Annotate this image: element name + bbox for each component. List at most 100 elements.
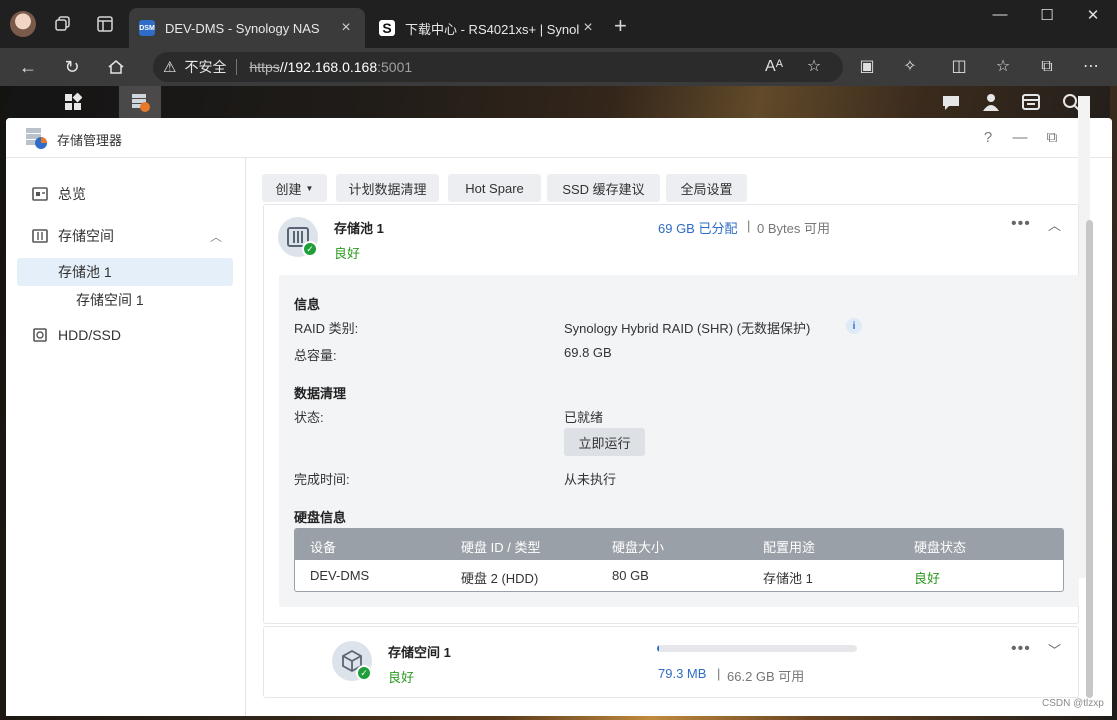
sidebar-item-storage-pool-1[interactable]: 存储池 1 bbox=[17, 258, 233, 286]
hot-spare-button[interactable]: Hot Spare bbox=[448, 174, 541, 202]
minimize-window-icon[interactable]: — bbox=[980, 6, 1020, 28]
window-title-bar: 存储管理器 ? — ⧉ ✕ bbox=[6, 118, 1112, 158]
main-menu-icon[interactable] bbox=[52, 86, 94, 118]
collections-icon[interactable]: ⧉ bbox=[1035, 56, 1059, 78]
tab-dsm[interactable]: DSM DEV-DMS - Synology NAS × bbox=[129, 8, 365, 48]
scrub-plan-button[interactable]: 计划数据清理 bbox=[336, 174, 439, 202]
profile-avatar[interactable] bbox=[10, 11, 36, 37]
chevron-up-icon[interactable]: ︿ bbox=[210, 228, 222, 245]
security-label[interactable]: 不安全 bbox=[184, 57, 226, 77]
reading-view-icon[interactable]: ▣ bbox=[855, 56, 879, 78]
sidebar-item-label: 存储空间 1 bbox=[76, 292, 144, 308]
notifications-icon[interactable] bbox=[930, 86, 972, 118]
sidebar-item-volume-1[interactable]: 存储空间 1 bbox=[18, 286, 234, 314]
tab-close-icon[interactable]: × bbox=[579, 19, 597, 37]
finish-time-label: 完成时间: bbox=[294, 472, 350, 487]
tab-title: 下载中心 - RS4021xs+ | Synology bbox=[405, 21, 579, 37]
scrub-status-value: 已就绪 bbox=[564, 410, 604, 425]
status-ok-icon: ✓ bbox=[356, 665, 372, 681]
table-row[interactable]: DEV-DMS 硬盘 2 (HDD) 80 GB 存储池 1 良好 bbox=[295, 560, 1063, 591]
synology-favicon-icon: S bbox=[379, 20, 395, 36]
scrub-heading: 数据清理 bbox=[294, 386, 347, 401]
new-tab-button[interactable]: + bbox=[614, 13, 627, 39]
dsm-favicon-icon: DSM bbox=[139, 20, 155, 36]
create-label: 创建 bbox=[275, 181, 302, 197]
sidebar-item-overview[interactable]: 总览 bbox=[18, 180, 234, 208]
table-cell-status: 良好 bbox=[914, 571, 941, 586]
tab-close-icon[interactable]: × bbox=[337, 19, 355, 37]
user-icon[interactable] bbox=[970, 86, 1012, 118]
create-dropdown-button[interactable]: 创建 ▼ bbox=[262, 174, 327, 202]
pool-status: 良好 bbox=[334, 246, 361, 261]
expand-chevron-icon[interactable]: ﹀ bbox=[1048, 640, 1061, 659]
column-header: 设备 bbox=[310, 540, 337, 555]
capacity-value: 69.8 GB bbox=[564, 345, 612, 360]
help-icon[interactable]: ? bbox=[978, 128, 998, 148]
run-now-button[interactable]: 立即运行 bbox=[564, 428, 645, 456]
disk-info-heading: 硬盘信息 bbox=[294, 510, 347, 525]
workspaces-icon[interactable] bbox=[52, 13, 74, 35]
scrollbar-thumb[interactable] bbox=[1086, 220, 1093, 698]
pool-more-icon[interactable]: ••• bbox=[1011, 215, 1031, 233]
storage-manager-app-icon bbox=[26, 128, 47, 149]
warning-icon[interactable]: ⚠ bbox=[163, 58, 176, 76]
volume-more-icon[interactable]: ••• bbox=[1011, 640, 1031, 658]
url-scheme: https bbox=[249, 59, 280, 75]
disk-info-table: 设备 硬盘 ID / 类型 硬盘大小 配置用途 硬盘状态 DEV-DMS 硬盘 … bbox=[294, 528, 1064, 592]
scrub-status-label: 状态: bbox=[294, 410, 324, 425]
browser-address-bar: ← ↻ ⚠ 不安全 https //192.168.0.168 :5001 Aᴬ… bbox=[0, 48, 1117, 86]
settings-more-icon[interactable]: ⋯ bbox=[1079, 56, 1103, 78]
tab-download-center[interactable]: S 下载中心 - RS4021xs+ | Synology × bbox=[369, 8, 607, 48]
table-cell: DEV-DMS bbox=[310, 568, 370, 583]
url-input[interactable]: ⚠ 不安全 https //192.168.0.168 :5001 bbox=[153, 52, 843, 82]
tab-actions-icon[interactable] bbox=[94, 13, 116, 35]
column-header: 硬盘 ID / 类型 bbox=[461, 540, 541, 555]
split-screen-icon[interactable]: ◫ bbox=[947, 56, 971, 78]
sidebar: 总览 存储空间 ︿ 存储池 1 存储空间 1 HDD/SSD bbox=[6, 158, 246, 716]
favorite-star-icon[interactable]: ☆ bbox=[802, 56, 826, 78]
capacity-label: 总容量: bbox=[294, 348, 337, 363]
sidebar-item-label: 总览 bbox=[58, 186, 86, 202]
global-settings-button[interactable]: 全局设置 bbox=[666, 174, 747, 202]
table-cell: 硬盘 2 (HDD) bbox=[461, 571, 539, 586]
read-aloud-icon[interactable]: Aᴬ bbox=[762, 56, 786, 78]
raid-label: RAID 类别: bbox=[294, 321, 359, 336]
caret-down-icon: ▼ bbox=[305, 183, 314, 193]
url-host: //192.168.0.168 bbox=[279, 59, 378, 75]
refresh-icon[interactable]: ↻ bbox=[60, 56, 84, 78]
back-icon[interactable]: ← bbox=[16, 56, 40, 78]
storage-manager-taskbar-icon[interactable] bbox=[119, 86, 161, 118]
finish-time-value: 从未执行 bbox=[564, 472, 617, 487]
table-cell: 80 GB bbox=[612, 568, 649, 583]
volume-available: 66.2 GB 可用 bbox=[727, 669, 805, 684]
volume-status: 良好 bbox=[388, 670, 415, 685]
url-port: :5001 bbox=[377, 59, 413, 75]
dsm-taskbar bbox=[6, 86, 1110, 118]
close-window-icon[interactable]: ✕ bbox=[1073, 6, 1113, 28]
url-divider bbox=[236, 59, 238, 75]
volume-divider: | bbox=[717, 666, 721, 681]
widgets-icon[interactable] bbox=[1010, 86, 1052, 118]
favorites-icon[interactable]: ☆ bbox=[991, 56, 1015, 78]
overview-icon bbox=[32, 186, 48, 202]
info-icon[interactable]: i bbox=[846, 318, 862, 334]
maximize-window-icon[interactable]: ☐ bbox=[1027, 6, 1067, 28]
window-title: 存储管理器 bbox=[57, 133, 123, 148]
pool-divider: | bbox=[747, 218, 751, 233]
ssd-cache-advisor-button[interactable]: SSD 缓存建议 bbox=[547, 174, 660, 202]
sidebar-item-hdd-ssd[interactable]: HDD/SSD bbox=[18, 321, 234, 349]
status-ok-icon: ✓ bbox=[302, 241, 318, 257]
home-icon[interactable] bbox=[104, 56, 128, 78]
sidebar-item-storage[interactable]: 存储空间 ︿ bbox=[18, 222, 234, 250]
extensions-icon[interactable]: ✧ bbox=[898, 56, 922, 78]
window-minimize-icon[interactable]: — bbox=[1010, 128, 1030, 148]
volume-used: 79.3 MB bbox=[658, 666, 707, 681]
window-restore-icon[interactable]: ⧉ bbox=[1042, 128, 1062, 148]
tab-title: DEV-DMS - Synology NAS bbox=[165, 20, 320, 36]
table-header: 设备 硬盘 ID / 类型 硬盘大小 配置用途 硬盘状态 bbox=[295, 529, 1063, 560]
volume-name: 存储空间 1 bbox=[388, 645, 451, 660]
volume-card bbox=[263, 626, 1079, 698]
collapse-chevron-icon[interactable]: ︿ bbox=[1048, 215, 1061, 234]
sidebar-item-label: 存储池 1 bbox=[58, 264, 112, 280]
raid-value: Synology Hybrid RAID (SHR) (无数据保护) bbox=[564, 321, 811, 336]
